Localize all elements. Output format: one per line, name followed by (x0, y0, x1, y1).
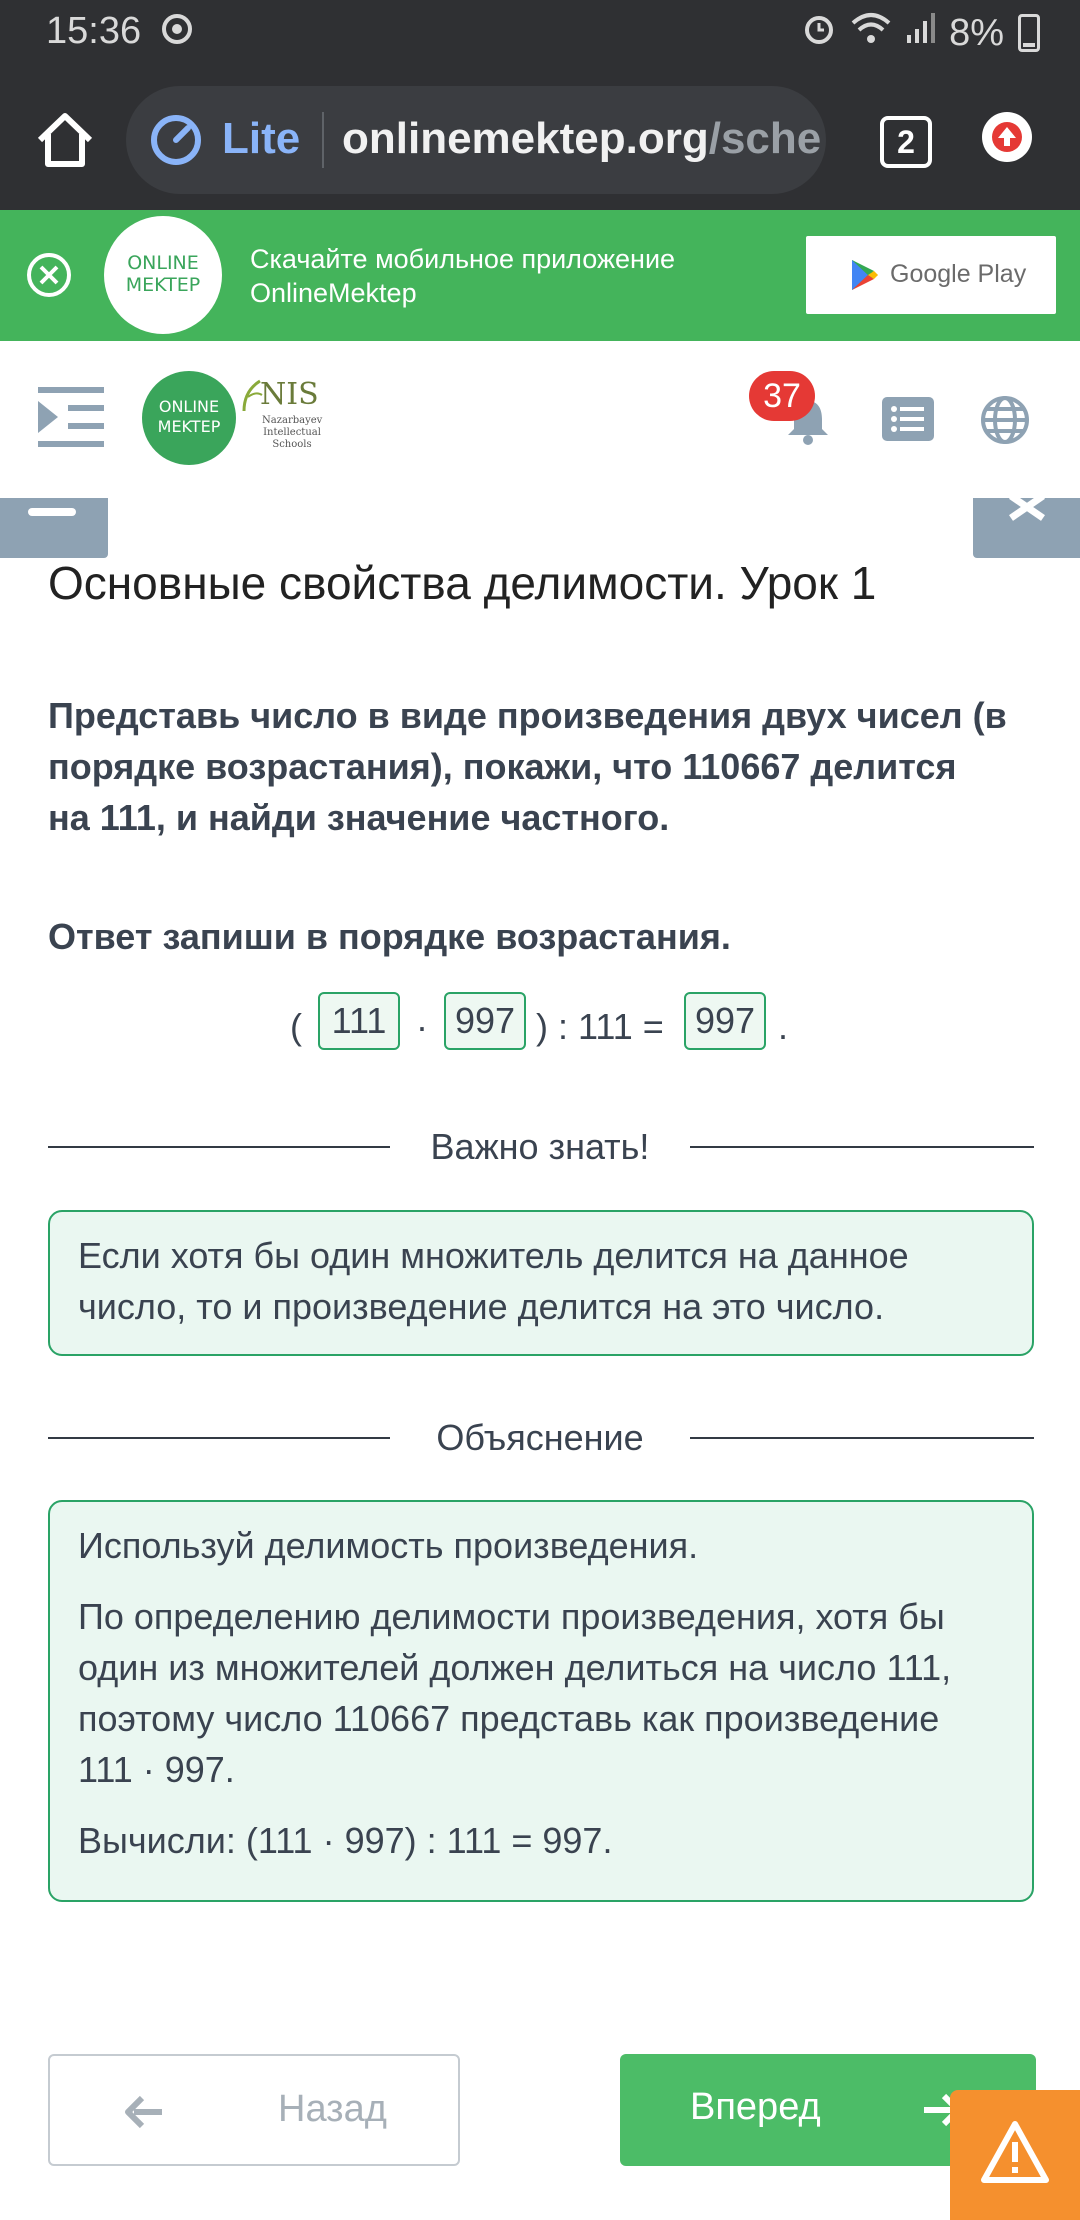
menu-bar-icon (28, 508, 76, 516)
equation-middle: ) : 111 = (536, 1006, 664, 1047)
signal-icon (905, 11, 936, 55)
notification-badge: 37 (749, 371, 815, 421)
logo-line2: MEKTEP (125, 274, 201, 296)
google-play-label: Google Play (890, 260, 1027, 288)
logo-line1: ONLINE (158, 397, 220, 416)
battery-percent: 8% (949, 11, 1004, 54)
nis-subtitle: Nazarbayev Intellectual Schools (262, 415, 323, 450)
warning-icon (981, 2121, 1049, 2183)
lesson-title: Основные свойства делимости. Урок 1 (48, 557, 877, 609)
divider-left (48, 1437, 390, 1439)
battery-icon (1018, 14, 1040, 52)
back-label: Назад (278, 2088, 387, 2130)
update-icon[interactable] (982, 112, 1032, 162)
google-play-button[interactable]: Google Play (806, 236, 1056, 314)
app-promo-banner: ONLINE MEKTEP Скачайте мобильное приложе… (0, 210, 1080, 341)
lessons-list-icon[interactable] (882, 397, 934, 441)
explanation-p1: Используй делимость произведения. (78, 1525, 699, 1566)
explanation-heading: Объяснение (436, 1417, 644, 1458)
equation-end: . (778, 1006, 789, 1047)
multiply-dot: · (416, 1006, 428, 1047)
menu-expand-icon[interactable] (38, 387, 108, 454)
tab-switcher-button[interactable]: 2 (880, 116, 932, 168)
close-icon[interactable] (26, 252, 72, 298)
explanation-p3: Вычисли: (111 · 997) : 111 = 997. (78, 1820, 613, 1861)
logo-line2: MEKTEP (157, 417, 221, 436)
url-domain: onlinemektep.org (342, 114, 709, 163)
globe-icon[interactable] (980, 395, 1030, 450)
answer-input-result[interactable]: 997 (684, 992, 766, 1050)
nis-logo: NIS Nazarbayev Intellectual Schools (240, 377, 330, 467)
explanation-p2: По определению делимости произведения, х… (78, 1596, 952, 1790)
status-time: 15:36 (46, 10, 142, 52)
promo-text: Скачайте мобильное приложение OnlineMekt… (250, 242, 675, 310)
wifi-icon (851, 11, 891, 55)
alarm-icon (801, 10, 837, 56)
promo-text-line1: Скачайте мобильное приложение (250, 244, 676, 274)
promo-text-line2: OnlineMektep (250, 278, 417, 308)
answer-input-factor2[interactable]: 997 (444, 992, 526, 1050)
close-lesson-tab[interactable] (973, 493, 1080, 558)
onlinemektep-logo: ONLINE MEKTEP (104, 216, 222, 334)
home-icon[interactable] (30, 106, 100, 176)
google-play-icon (850, 258, 880, 297)
divider-right (690, 1146, 1034, 1148)
lite-label: Lite (222, 114, 301, 163)
answer-input-factor1[interactable]: 111 (318, 992, 400, 1050)
nis-title: NIS (260, 377, 319, 412)
lite-speed-icon (150, 114, 202, 166)
important-text: Если хотя бы один множитель делится на д… (78, 1235, 909, 1327)
site-header: ONLINE MEKTEP NIS Nazarbayev Intellectua… (0, 341, 1080, 496)
status-bar: 15:36 8% (0, 0, 1080, 66)
logo-line1: ONLINE (127, 252, 199, 274)
sync-icon (160, 12, 194, 56)
next-label: Вперед (690, 2086, 821, 2128)
instruction-text: Ответ запиши в порядке возрастания. (48, 916, 731, 957)
address-bar[interactable]: Lite onlinemektep.org/sche (126, 86, 826, 194)
explanation-callout: Используй делимость произведения. По опр… (48, 1500, 1034, 1902)
divider-left (48, 1146, 390, 1148)
arrow-left-icon (124, 2094, 164, 2135)
url-text: onlinemektep.org/sche (342, 114, 821, 164)
back-button[interactable]: Назад (48, 2054, 460, 2166)
lesson-menu-tab[interactable] (0, 498, 108, 558)
browser-toolbar: Lite onlinemektep.org/sche 2 (0, 66, 1080, 210)
status-right-group: 8% (801, 10, 1040, 56)
important-callout: Если хотя бы один множитель делится на д… (48, 1210, 1034, 1356)
url-divider (322, 112, 324, 168)
open-paren: ( (290, 1006, 302, 1047)
onlinemektep-logo[interactable]: ONLINE MEKTEP (142, 371, 236, 465)
important-heading: Важно знать! (430, 1126, 650, 1167)
url-path: /sche (708, 114, 822, 163)
question-text: Представь число в виде произведения двух… (48, 695, 1007, 838)
report-problem-button[interactable] (950, 2090, 1080, 2220)
divider-right (690, 1437, 1034, 1439)
